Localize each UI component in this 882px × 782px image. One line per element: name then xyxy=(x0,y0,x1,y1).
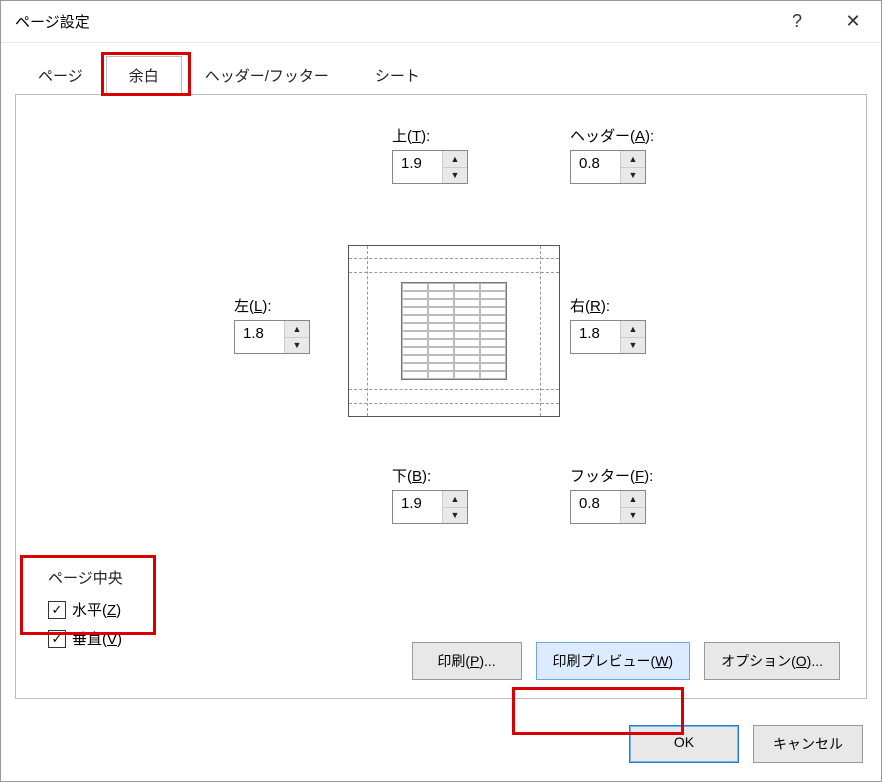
titlebar: ページ設定 ? ✕ xyxy=(1,1,881,43)
margin-header-group: ヘッダー(A): 0.8 ▲ ▼ xyxy=(570,125,654,184)
margin-bottom-group: 下(B): 1.9 ▲ ▼ xyxy=(392,465,468,524)
print-preview-button[interactable]: 印刷プレビュー(W) xyxy=(536,642,691,680)
ok-button[interactable]: OK xyxy=(629,725,739,763)
tab-bar: ページ 余白 ヘッダー/フッター シート xyxy=(1,43,881,94)
action-buttons: 印刷(P)... 印刷プレビュー(W) オプション(O)... xyxy=(412,642,840,680)
margin-left-value[interactable]: 1.8 xyxy=(235,321,285,353)
center-on-page-label: ページ中央 xyxy=(46,570,125,587)
margin-footer-up[interactable]: ▲ xyxy=(621,491,645,508)
page-preview xyxy=(348,245,560,417)
margin-right-label: 右(R): xyxy=(570,295,610,316)
tab-margins[interactable]: 余白 xyxy=(106,56,182,95)
margin-left-spinner[interactable]: 1.8 ▲ ▼ xyxy=(234,320,310,354)
margin-top-up[interactable]: ▲ xyxy=(443,151,467,168)
center-horizontal-checkbox[interactable]: ✓ 水平(Z) xyxy=(48,595,834,624)
margin-bottom-down[interactable]: ▼ xyxy=(443,508,467,524)
window-title: ページ設定 xyxy=(15,11,769,32)
margin-left-up[interactable]: ▲ xyxy=(285,321,309,338)
margin-right-spinner[interactable]: 1.8 ▲ ▼ xyxy=(570,320,646,354)
tab-page[interactable]: ページ xyxy=(15,56,106,95)
margin-left-down[interactable]: ▼ xyxy=(285,338,309,354)
margin-right-group: 右(R): 1.8 ▲ ▼ xyxy=(570,295,646,354)
margin-right-up[interactable]: ▲ xyxy=(621,321,645,338)
checkbox-icon: ✓ xyxy=(48,601,66,619)
margins-panel: 上(T): 1.9 ▲ ▼ ヘッダー(A): 0.8 ▲ xyxy=(15,94,867,699)
tab-headerfooter[interactable]: ヘッダー/フッター xyxy=(182,56,352,95)
margin-bottom-spinner[interactable]: 1.9 ▲ ▼ xyxy=(392,490,468,524)
margin-left-group: 左(L): 1.8 ▲ ▼ xyxy=(234,295,310,354)
options-button[interactable]: オプション(O)... xyxy=(704,642,840,680)
checkbox-icon: ✓ xyxy=(48,630,66,648)
margin-top-value[interactable]: 1.9 xyxy=(393,151,443,183)
margin-header-spinner[interactable]: 0.8 ▲ ▼ xyxy=(570,150,646,184)
margin-bottom-up[interactable]: ▲ xyxy=(443,491,467,508)
margin-footer-value[interactable]: 0.8 xyxy=(571,491,621,523)
cancel-button[interactable]: キャンセル xyxy=(753,725,863,763)
margin-bottom-value[interactable]: 1.9 xyxy=(393,491,443,523)
center-vertical-label: 垂直(V) xyxy=(72,628,122,649)
margins-area: 上(T): 1.9 ▲ ▼ ヘッダー(A): 0.8 ▲ xyxy=(46,125,836,545)
margin-header-label: ヘッダー(A): xyxy=(570,125,654,146)
margin-bottom-label: 下(B): xyxy=(392,465,431,486)
margin-footer-group: フッター(F): 0.8 ▲ ▼ xyxy=(570,465,653,524)
margin-left-label: 左(L): xyxy=(234,295,272,316)
close-button[interactable]: ✕ xyxy=(825,1,881,43)
dialog-footer: OK キャンセル xyxy=(1,711,881,781)
center-horizontal-label: 水平(Z) xyxy=(72,599,121,620)
page-setup-dialog: ページ設定 ? ✕ ページ 余白 ヘッダー/フッター シート 上(T): 1.9… xyxy=(0,0,882,782)
margin-right-down[interactable]: ▼ xyxy=(621,338,645,354)
margin-top-spinner[interactable]: 1.9 ▲ ▼ xyxy=(392,150,468,184)
print-button[interactable]: 印刷(P)... xyxy=(412,642,522,680)
margin-header-down[interactable]: ▼ xyxy=(621,168,645,184)
margin-footer-spinner[interactable]: 0.8 ▲ ▼ xyxy=(570,490,646,524)
margin-footer-label: フッター(F): xyxy=(570,465,653,486)
page-preview-grid xyxy=(401,282,507,380)
tab-sheet[interactable]: シート xyxy=(352,56,443,95)
margin-right-value[interactable]: 1.8 xyxy=(571,321,621,353)
margin-top-group: 上(T): 1.9 ▲ ▼ xyxy=(392,125,468,184)
margin-header-value[interactable]: 0.8 xyxy=(571,151,621,183)
margin-header-up[interactable]: ▲ xyxy=(621,151,645,168)
help-button[interactable]: ? xyxy=(769,1,825,43)
margin-footer-down[interactable]: ▼ xyxy=(621,508,645,524)
margin-top-label: 上(T): xyxy=(392,125,430,146)
margin-top-down[interactable]: ▼ xyxy=(443,168,467,184)
